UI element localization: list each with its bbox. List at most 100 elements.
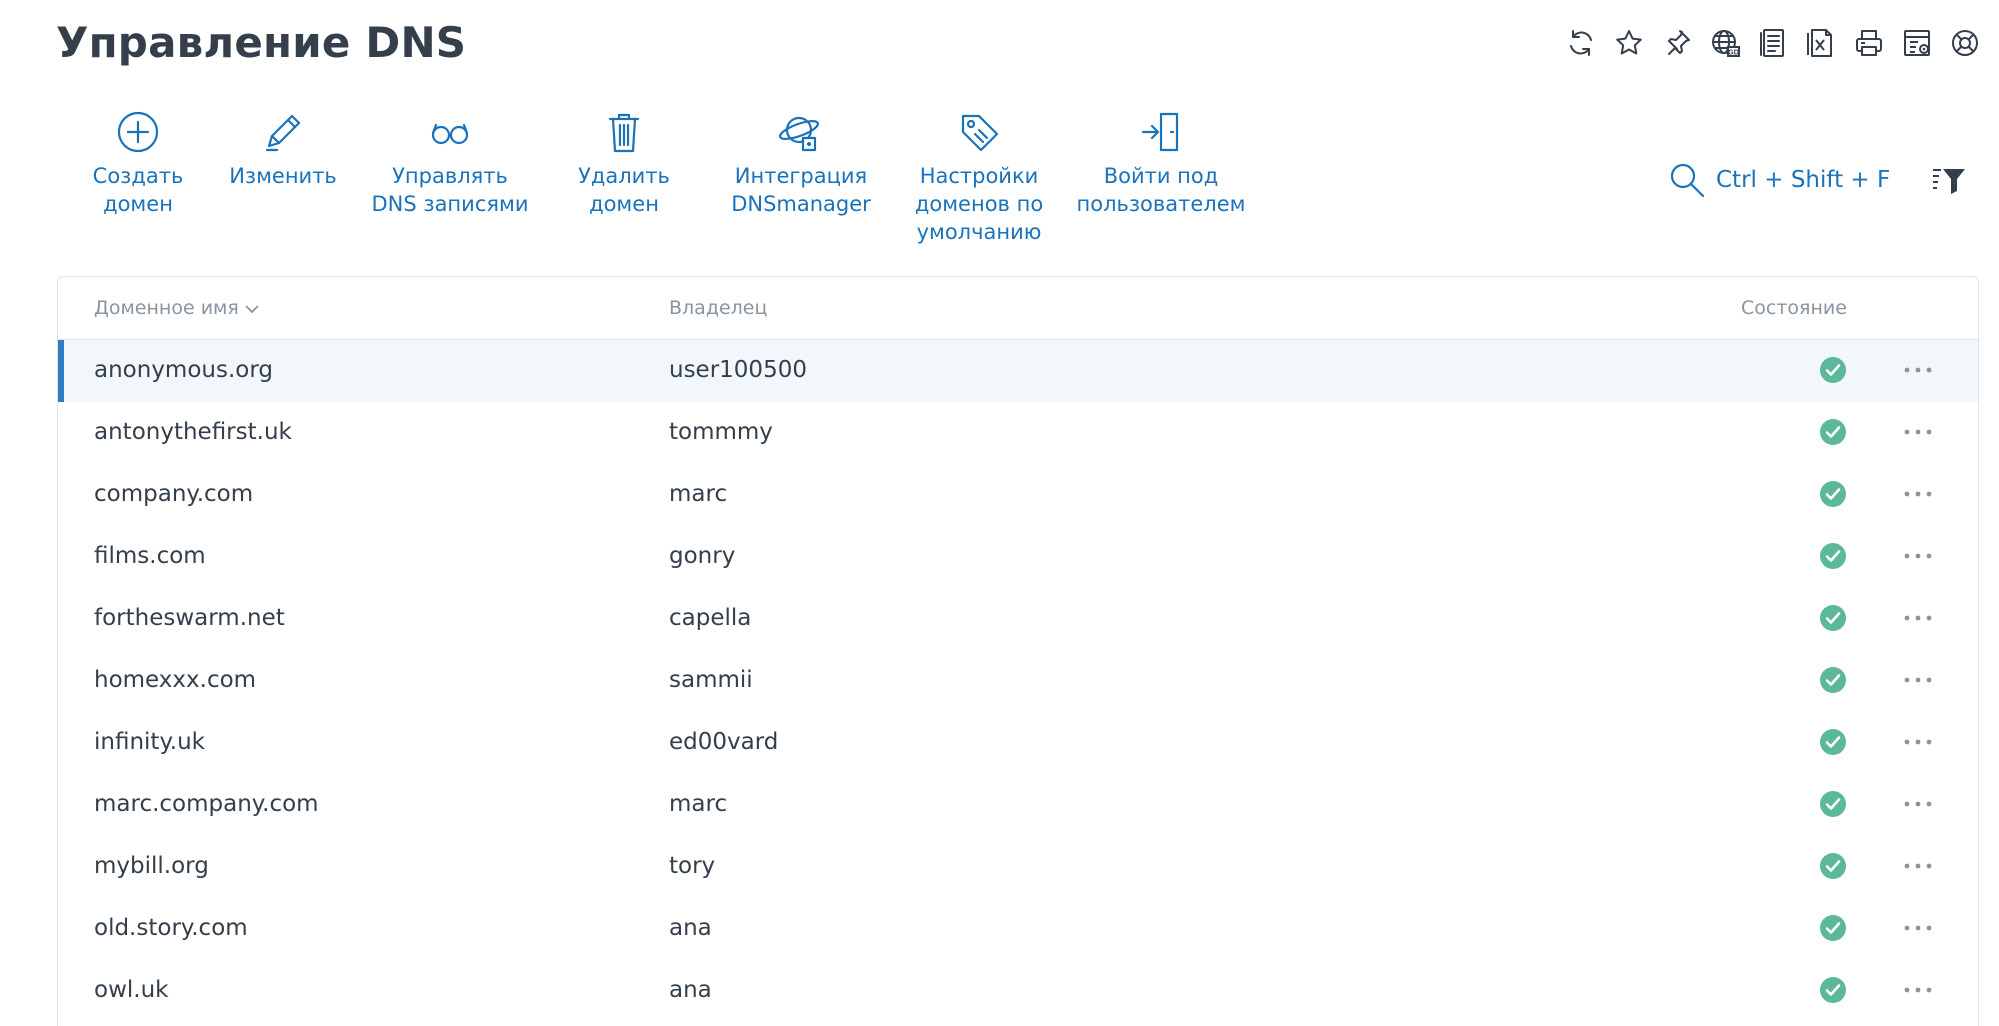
domain-name-cell: homexxx.com bbox=[94, 667, 257, 693]
row-more-icon[interactable] bbox=[1898, 728, 1938, 756]
pencil-icon bbox=[259, 108, 307, 156]
column-header-state[interactable]: Состояние bbox=[1741, 297, 1847, 319]
help-lifebuoy-icon[interactable] bbox=[1949, 26, 1981, 60]
table-row[interactable]: company.com marc bbox=[58, 464, 1978, 526]
owner-cell: ana bbox=[669, 977, 712, 1003]
search-shortcut: Ctrl + Shift + F bbox=[1716, 167, 1891, 193]
table-row[interactable]: anonymous.org user100500 bbox=[58, 340, 1978, 402]
owner-cell: marc bbox=[669, 481, 728, 507]
domain-name-cell: owl.uk bbox=[94, 977, 169, 1003]
column-header-domain-name[interactable]: Доменное имя bbox=[94, 297, 259, 319]
chevron-down-icon bbox=[245, 304, 259, 313]
create-domain-label: Создать домен bbox=[92, 164, 184, 216]
status-ok-icon bbox=[1819, 604, 1847, 632]
domain-name-cell: fortheswarm.net bbox=[94, 605, 285, 631]
domain-name-cell: infinity.uk bbox=[94, 729, 205, 755]
row-more-icon[interactable] bbox=[1898, 356, 1938, 384]
domain-name-cell: old.story.com bbox=[94, 915, 248, 941]
star-icon[interactable] bbox=[1613, 26, 1645, 60]
domain-name-cell: antonythefirst.uk bbox=[94, 419, 292, 445]
filter-icon[interactable] bbox=[1932, 166, 1966, 196]
status-ok-icon bbox=[1819, 976, 1847, 1004]
table-row[interactable]: old.story.com ana bbox=[58, 898, 1978, 960]
domain-name-cell: films.com bbox=[94, 543, 206, 569]
pin-icon[interactable] bbox=[1661, 26, 1693, 60]
owner-cell: gonry bbox=[669, 543, 736, 569]
table-row[interactable]: mybill.org tory bbox=[58, 836, 1978, 898]
table-settings-icon[interactable] bbox=[1901, 26, 1933, 60]
row-more-icon[interactable] bbox=[1898, 790, 1938, 818]
domain-name-cell: company.com bbox=[94, 481, 254, 507]
print-icon[interactable] bbox=[1853, 26, 1885, 60]
svg-text:GD: GD bbox=[1728, 50, 1739, 57]
status-ok-icon bbox=[1819, 790, 1847, 818]
owner-cell: capella bbox=[669, 605, 752, 631]
owner-cell: sammii bbox=[669, 667, 753, 693]
table-row[interactable]: homexxx.com sammii bbox=[58, 650, 1978, 712]
planet-icon bbox=[777, 108, 825, 156]
trash-icon bbox=[600, 108, 648, 156]
table-row[interactable]: films.com gonry bbox=[58, 526, 1978, 588]
manage-dns-records-label: Управлять DNS записями bbox=[371, 164, 529, 216]
edit-button[interactable]: Изменить bbox=[223, 108, 343, 190]
row-more-icon[interactable] bbox=[1898, 666, 1938, 694]
table-body: anonymous.org user100500 antonythefirst.uk… bbox=[58, 340, 1978, 1022]
login-door-icon bbox=[1137, 108, 1185, 156]
row-more-icon[interactable] bbox=[1898, 914, 1938, 942]
domain-name-cell: mybill.org bbox=[94, 853, 209, 879]
status-ok-icon bbox=[1819, 914, 1847, 942]
owner-cell: user100500 bbox=[669, 357, 807, 383]
owner-cell: tommmy bbox=[669, 419, 773, 445]
dns-management-page: Управление DNS GD Создать домен Изменить… bbox=[0, 0, 1999, 1026]
globe-icon[interactable]: GD bbox=[1709, 26, 1741, 60]
domain-name-cell: anonymous.org bbox=[94, 357, 274, 383]
glasses-icon bbox=[426, 108, 474, 156]
status-ok-icon bbox=[1819, 852, 1847, 880]
status-ok-icon bbox=[1819, 480, 1847, 508]
status-ok-icon bbox=[1819, 356, 1847, 384]
list-icon[interactable] bbox=[1757, 26, 1789, 60]
row-more-icon[interactable] bbox=[1898, 542, 1938, 570]
table-row[interactable]: infinity.uk ed00vard bbox=[58, 712, 1978, 774]
table-header: Доменное имя Владелец Состояние bbox=[58, 277, 1978, 340]
search-icon bbox=[1670, 163, 1705, 198]
edit-label: Изменить bbox=[229, 164, 337, 188]
delete-domain-button[interactable]: Удалить домен bbox=[569, 108, 679, 218]
table-row[interactable]: owl.uk ana bbox=[58, 960, 1978, 1022]
create-domain-button[interactable]: Создать домен bbox=[78, 108, 198, 218]
domains-table: Доменное имя Владелец Состояние anonymou… bbox=[57, 276, 1979, 1026]
domain-defaults-label: Настройки доменов по умолчанию bbox=[914, 164, 1044, 244]
row-more-icon[interactable] bbox=[1898, 976, 1938, 1004]
plus-circle-icon bbox=[114, 108, 162, 156]
column-header-domain-name-label: Доменное имя bbox=[94, 297, 239, 319]
delete-domain-label: Удалить домен bbox=[578, 164, 670, 216]
search-trigger[interactable]: Ctrl + Shift + F bbox=[1668, 161, 1890, 199]
row-more-icon[interactable] bbox=[1898, 852, 1938, 880]
owner-cell: ed00vard bbox=[669, 729, 779, 755]
status-ok-icon bbox=[1819, 728, 1847, 756]
page-actions: GD bbox=[1565, 26, 1981, 60]
status-ok-icon bbox=[1819, 666, 1847, 694]
excel-export-icon[interactable] bbox=[1805, 26, 1837, 60]
table-row[interactable]: fortheswarm.net capella bbox=[58, 588, 1978, 650]
owner-cell: tory bbox=[669, 853, 716, 879]
owner-cell: marc bbox=[669, 791, 728, 817]
owner-cell: ana bbox=[669, 915, 712, 941]
row-more-icon[interactable] bbox=[1898, 418, 1938, 446]
column-header-owner[interactable]: Владелец bbox=[669, 297, 767, 319]
table-row[interactable]: marc.company.com marc bbox=[58, 774, 1978, 836]
row-more-icon[interactable] bbox=[1898, 604, 1938, 632]
tag-icon bbox=[955, 108, 1003, 156]
login-as-user-label: Войти под пользователем bbox=[1076, 164, 1246, 216]
manage-dns-records-button[interactable]: Управлять DNS записями bbox=[370, 108, 530, 218]
domain-defaults-button[interactable]: Настройки доменов по умолчанию bbox=[914, 108, 1044, 246]
refresh-icon[interactable] bbox=[1565, 26, 1597, 60]
row-more-icon[interactable] bbox=[1898, 480, 1938, 508]
page-title: Управление DNS bbox=[56, 18, 467, 67]
dnsmanager-integration-label: Интеграция DNSmanager bbox=[731, 164, 871, 216]
status-ok-icon bbox=[1819, 542, 1847, 570]
dnsmanager-integration-button[interactable]: Интеграция DNSmanager bbox=[726, 108, 876, 218]
table-row[interactable]: antonythefirst.uk tommmy bbox=[58, 402, 1978, 464]
login-as-user-button[interactable]: Войти под пользователем bbox=[1076, 108, 1246, 218]
domain-name-cell: marc.company.com bbox=[94, 791, 319, 817]
